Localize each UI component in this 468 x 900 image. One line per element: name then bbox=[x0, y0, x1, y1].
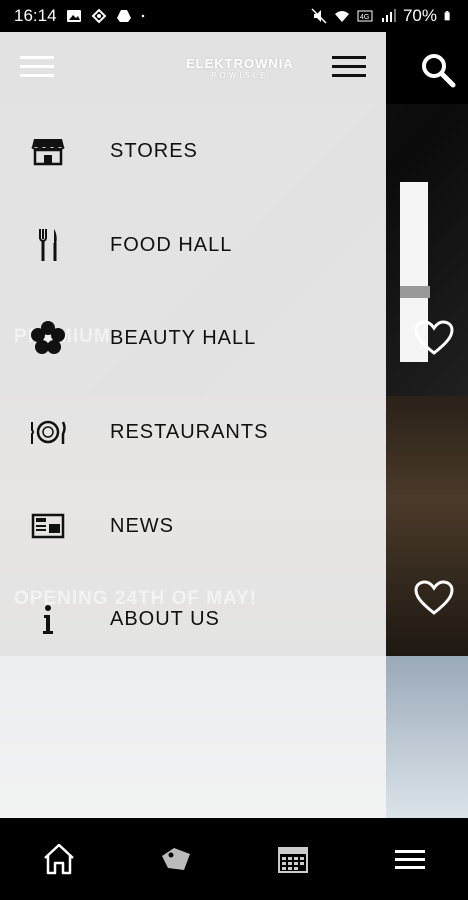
bottom-navigation bbox=[0, 818, 468, 900]
tag-icon bbox=[161, 848, 190, 870]
sync-icon bbox=[91, 8, 106, 24]
search-icon[interactable] bbox=[418, 50, 458, 90]
drawer-item-label: BEAUTY HALL bbox=[110, 326, 257, 349]
status-left: 16:14 bbox=[14, 6, 149, 26]
drawer-header: ELEKTROWNIA POWIŚLE bbox=[0, 32, 386, 104]
drawer-item-beauty-hall[interactable]: BEAUTY HALL bbox=[0, 308, 386, 368]
drawer-item-restaurants[interactable]: RESTAURANTS bbox=[0, 402, 386, 462]
drawer-item-label: STORES bbox=[110, 139, 198, 162]
status-time: 16:14 bbox=[14, 6, 57, 25]
app-logo: ELEKTROWNIA POWIŚLE bbox=[186, 56, 294, 80]
svg-text:4G: 4G bbox=[360, 14, 369, 21]
dot-icon bbox=[141, 14, 144, 18]
calendar-icon bbox=[277, 847, 308, 873]
drive-icon bbox=[116, 10, 131, 22]
menu-icon bbox=[394, 850, 425, 869]
status-bar: 16:14 4G 70% bbox=[0, 0, 468, 32]
favorite-heart-icon[interactable] bbox=[414, 580, 454, 616]
drawer-item-food-hall[interactable]: FOOD HALL bbox=[0, 215, 386, 275]
drawer-item-about-us[interactable]: ABOUT US bbox=[0, 589, 386, 649]
battery-icon bbox=[444, 11, 450, 21]
drawer-item-label: FOOD HALL bbox=[110, 233, 233, 256]
nav-events-button[interactable] bbox=[263, 834, 323, 884]
store-icon bbox=[31, 139, 65, 166]
navigation-drawer: ELEKTROWNIA POWIŚLE PREMIUM OPENING 24TH… bbox=[0, 32, 386, 818]
drawer-item-news[interactable]: NEWS bbox=[0, 496, 386, 556]
plate-icon bbox=[31, 420, 66, 444]
favorite-heart-icon[interactable] bbox=[414, 320, 454, 356]
nav-menu-button[interactable] bbox=[380, 834, 440, 884]
cutlery-icon bbox=[39, 229, 57, 261]
battery-percent: 70% bbox=[402, 6, 437, 25]
status-right: 4G 70% bbox=[311, 6, 454, 26]
mute-icon bbox=[311, 8, 327, 24]
home-icon bbox=[43, 843, 74, 875]
drawer-item-label: NEWS bbox=[110, 514, 174, 537]
nav-home-button[interactable] bbox=[29, 834, 89, 884]
wifi-icon bbox=[334, 11, 349, 22]
logo-subtext: POWIŚLE bbox=[211, 71, 269, 80]
drawer-item-label: ABOUT US bbox=[110, 607, 220, 630]
photo-icon bbox=[66, 10, 81, 22]
logo-text: ELEKTROWNIA bbox=[186, 56, 294, 71]
newspaper-icon bbox=[31, 513, 65, 539]
signal-icon bbox=[381, 9, 396, 22]
drawer-item-stores[interactable]: STORES bbox=[0, 121, 386, 181]
flower-icon bbox=[31, 321, 65, 354]
product-band bbox=[400, 286, 430, 298]
menu-icon[interactable] bbox=[20, 54, 54, 80]
drawer-item-label: RESTAURANTS bbox=[110, 420, 269, 443]
volte-icon: 4G bbox=[357, 10, 373, 22]
nav-offers-button[interactable] bbox=[146, 834, 206, 884]
hamburger-close-icon[interactable] bbox=[332, 54, 366, 80]
info-icon bbox=[43, 605, 53, 634]
